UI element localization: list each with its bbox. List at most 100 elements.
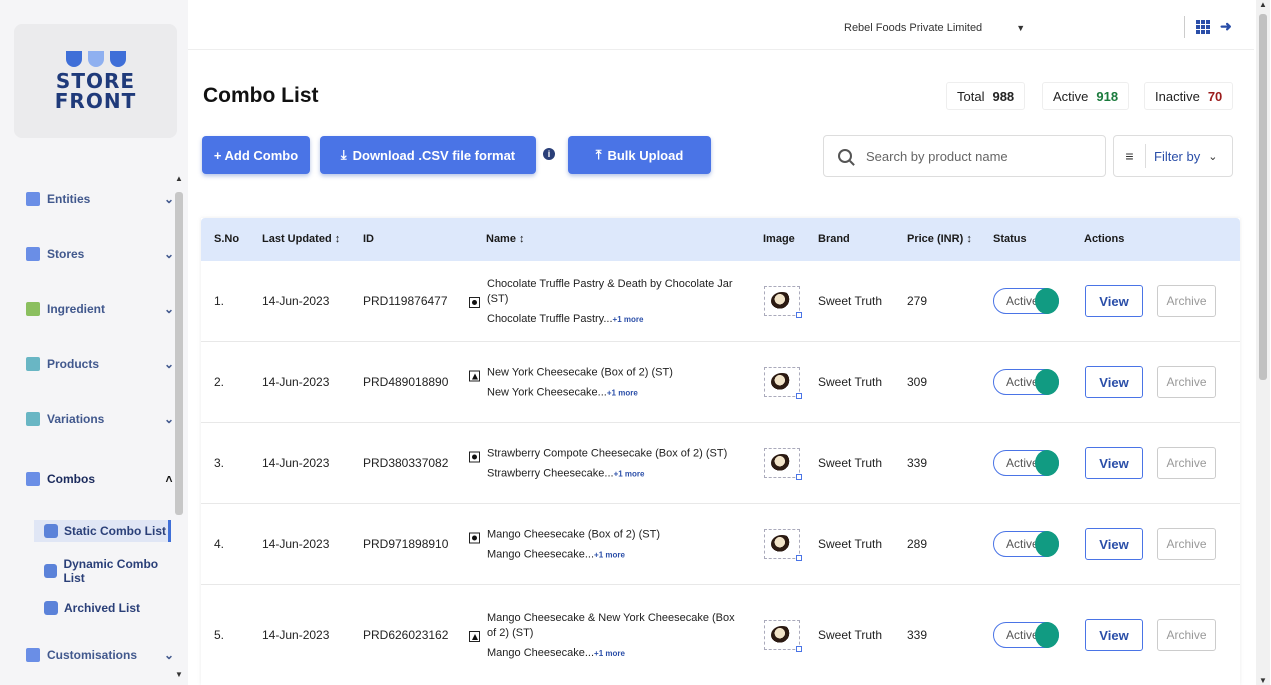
more-link[interactable]: +1 more bbox=[594, 649, 625, 658]
expand-icon[interactable] bbox=[796, 393, 802, 399]
entities-icon bbox=[26, 192, 40, 206]
more-link[interactable]: +1 more bbox=[614, 470, 645, 479]
sort-icon[interactable]: ↕ bbox=[335, 233, 341, 245]
product-name: Mango Cheesecake & New York Cheesecake (… bbox=[469, 611, 739, 659]
header-brand: Brand bbox=[818, 233, 850, 245]
archive-button[interactable]: Archive bbox=[1157, 447, 1216, 479]
archive-button[interactable]: Archive bbox=[1157, 528, 1216, 560]
company-selector[interactable]: Rebel Foods Private Limited ▼ bbox=[844, 16, 1040, 40]
stat-active: Active 918 bbox=[1042, 82, 1130, 110]
sidebar-item-ingredient[interactable]: Ingredient ⌄ bbox=[26, 297, 176, 321]
archive-button[interactable]: Archive bbox=[1157, 285, 1216, 317]
view-button[interactable]: View bbox=[1085, 285, 1143, 317]
sidebar-item-variations[interactable]: Variations ⌄ bbox=[26, 407, 176, 431]
bulk-upload-button[interactable]: ⤒ Bulk Upload bbox=[568, 136, 711, 174]
search-box[interactable] bbox=[823, 135, 1106, 177]
expand-icon[interactable] bbox=[796, 474, 802, 480]
header-name[interactable]: Name ↕ bbox=[486, 233, 525, 245]
customisations-icon bbox=[26, 648, 40, 662]
view-button[interactable]: View bbox=[1085, 619, 1143, 651]
food-thumbnail bbox=[771, 454, 793, 472]
veg-indicator-icon bbox=[469, 451, 480, 463]
veg-indicator-icon bbox=[469, 532, 480, 544]
table-row: 1. 14-Jun-2023 PRD119876477 Chocolate Tr… bbox=[201, 261, 1240, 342]
sidebar-item-stores[interactable]: Stores ⌄ bbox=[26, 242, 176, 266]
sidebar-scroll-thumb[interactable] bbox=[175, 192, 183, 515]
stores-icon bbox=[26, 247, 40, 261]
app-root: STORE FRONT Entities ⌄ Stores ⌄ Ingredie… bbox=[0, 0, 1271, 685]
products-icon bbox=[26, 357, 40, 371]
header-status: Status bbox=[993, 233, 1027, 245]
archived-combo-icon bbox=[44, 601, 58, 615]
sort-icon[interactable]: ↕ bbox=[519, 233, 525, 245]
table-row: 2. 14-Jun-2023 PRD489018890 New York Che… bbox=[201, 342, 1240, 423]
egg-indicator-icon bbox=[469, 370, 480, 382]
top-bar: Rebel Foods Private Limited ▼ ➜ bbox=[188, 6, 1254, 50]
more-link[interactable]: +1 more bbox=[607, 389, 638, 398]
veg-indicator-icon bbox=[469, 297, 480, 308]
product-image[interactable] bbox=[764, 620, 802, 652]
toggle-knob bbox=[1035, 288, 1059, 314]
sidebar-subitem-static-combo-list[interactable]: Static Combo List bbox=[34, 520, 171, 542]
ingredient-icon bbox=[26, 302, 40, 316]
scroll-down-icon[interactable]: ▼ bbox=[1259, 676, 1267, 685]
expand-icon[interactable] bbox=[796, 555, 802, 561]
header-last-updated[interactable]: Last Updated ↕ bbox=[262, 233, 340, 245]
main-scrollbar[interactable]: ▲ ▼ bbox=[1256, 0, 1270, 685]
search-input[interactable] bbox=[866, 148, 1086, 164]
expand-icon[interactable] bbox=[796, 312, 802, 318]
header-image: Image bbox=[763, 233, 795, 245]
sidebar-item-customisations[interactable]: Customisations ⌄ bbox=[26, 643, 176, 667]
logout-icon[interactable]: ➜ bbox=[1220, 18, 1234, 34]
apps-grid-icon[interactable] bbox=[1196, 20, 1210, 34]
sidebar-item-combos[interactable]: Combos ˄ bbox=[26, 467, 176, 491]
food-thumbnail bbox=[771, 535, 793, 553]
scroll-down-icon[interactable]: ▼ bbox=[175, 670, 183, 679]
more-link[interactable]: +1 more bbox=[613, 315, 644, 324]
product-name: New York Cheesecake (Box of 2) (ST) New … bbox=[469, 366, 739, 399]
egg-indicator-icon bbox=[469, 631, 480, 642]
storefront-logo[interactable]: STORE FRONT bbox=[14, 24, 177, 138]
scroll-up-icon[interactable]: ▲ bbox=[1259, 0, 1267, 9]
archive-button[interactable]: Archive bbox=[1157, 619, 1216, 651]
product-image[interactable] bbox=[764, 367, 802, 399]
expand-icon[interactable] bbox=[796, 646, 802, 652]
product-image[interactable] bbox=[764, 529, 802, 561]
download-csv-button[interactable]: ⤓ Download .CSV file format bbox=[320, 136, 536, 174]
combo-table: S.No Last Updated ↕ ID Name ↕ Image Bran… bbox=[201, 218, 1240, 685]
chevron-down-icon: ⌄ bbox=[1208, 150, 1218, 163]
product-image[interactable] bbox=[764, 286, 802, 318]
header-id: ID bbox=[363, 233, 374, 245]
header-price[interactable]: Price (INR) ↕ bbox=[907, 233, 972, 245]
header-sno: S.No bbox=[214, 233, 240, 245]
status-toggle[interactable]: Active bbox=[993, 622, 1059, 648]
food-thumbnail bbox=[771, 626, 793, 644]
archive-button[interactable]: Archive bbox=[1157, 366, 1216, 398]
divider bbox=[1184, 16, 1185, 38]
info-icon[interactable]: i bbox=[543, 148, 555, 160]
logo-text: STORE FRONT bbox=[54, 69, 137, 113]
filter-dropdown[interactable]: ≡ Filter by ⌄ bbox=[1113, 135, 1233, 177]
view-button[interactable]: View bbox=[1085, 528, 1143, 560]
sidebar-item-entities[interactable]: Entities ⌄ bbox=[26, 187, 176, 211]
download-icon: ⤓ bbox=[340, 147, 347, 162]
main-scroll-thumb[interactable] bbox=[1259, 14, 1267, 380]
product-name: Mango Cheesecake (Box of 2) (ST) Mango C… bbox=[469, 528, 739, 561]
sidebar-scrollbar[interactable]: ▲ ▼ bbox=[173, 172, 185, 685]
product-image[interactable] bbox=[764, 448, 802, 480]
food-thumbnail bbox=[771, 292, 793, 310]
toggle-knob bbox=[1035, 450, 1059, 476]
more-link[interactable]: +1 more bbox=[594, 551, 625, 560]
sort-icon[interactable]: ↕ bbox=[966, 233, 972, 245]
view-button[interactable]: View bbox=[1085, 447, 1143, 479]
scroll-up-icon[interactable]: ▲ bbox=[175, 174, 183, 183]
sidebar-subitem-dynamic-combo-list[interactable]: Dynamic Combo List bbox=[44, 557, 178, 585]
status-toggle[interactable]: Active bbox=[993, 450, 1059, 476]
add-combo-button[interactable]: + Add Combo bbox=[202, 136, 310, 174]
status-toggle[interactable]: Active bbox=[993, 288, 1059, 314]
sidebar-subitem-archived-list[interactable]: Archived List bbox=[44, 597, 140, 619]
view-button[interactable]: View bbox=[1085, 366, 1143, 398]
status-toggle[interactable]: Active bbox=[993, 531, 1059, 557]
sidebar-item-products[interactable]: Products ⌄ bbox=[26, 352, 176, 376]
status-toggle[interactable]: Active bbox=[993, 369, 1059, 395]
